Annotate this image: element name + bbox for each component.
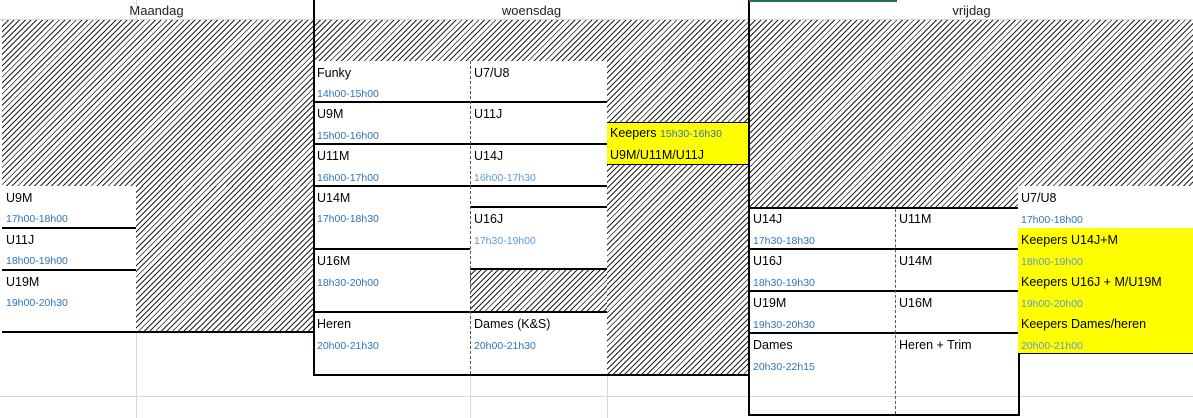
border <box>749 290 1018 292</box>
border <box>1018 353 1193 354</box>
hatch-woensdag-lower <box>607 165 748 375</box>
woensdag-group: U16M <box>317 254 351 268</box>
gridline <box>0 396 1193 397</box>
woensdag-group: U16J <box>474 212 504 226</box>
dashed-divider <box>895 209 896 414</box>
border <box>607 122 748 123</box>
keepers-label: Keepers <box>610 126 657 140</box>
vrijdag-group: Dames <box>753 338 793 352</box>
border <box>314 101 607 103</box>
vrijdag-time: 19h00-20h00 <box>1021 298 1083 310</box>
hatch-woensdag-right <box>607 61 748 123</box>
vrijdag-group: U11M <box>899 212 932 226</box>
woensdag-group: U14J <box>474 149 504 163</box>
gridline <box>470 376 471 418</box>
woensdag-time: 15h00-16h00 <box>317 130 379 142</box>
border <box>2 227 136 229</box>
border <box>314 143 607 145</box>
hatch-maandag-right <box>136 186 313 332</box>
border <box>749 248 1018 250</box>
keepers-time: 15h30-16h30 <box>660 128 722 140</box>
border <box>314 311 607 313</box>
vrijdag-group: U16J <box>753 254 783 268</box>
border <box>607 164 748 165</box>
hatch-vrijdag <box>749 20 1193 207</box>
border <box>470 268 607 270</box>
gridline <box>607 376 608 418</box>
woensdag-group: Funky <box>317 66 352 80</box>
vrijdag-time: 18h30-19h30 <box>753 277 815 289</box>
vrijdag-keepers: Keepers U14J+M <box>1021 233 1118 247</box>
hatch-maandag <box>2 20 313 186</box>
vrijdag-time: 18h00-19h00 <box>1021 256 1083 268</box>
vrijdag-group: U14J <box>753 212 783 226</box>
border <box>2 269 136 271</box>
border <box>749 414 1019 416</box>
header-woensdag: woensdag <box>501 3 562 18</box>
vrijdag-group: Heren + Trim <box>899 338 972 352</box>
woensdag-group: U7/U8 <box>474 66 510 80</box>
maandag-group: U11J <box>6 233 35 247</box>
woensdag-group: Dames (K&S) <box>474 317 551 331</box>
maandag-time: 17h00-18h00 <box>6 213 68 225</box>
border <box>314 185 607 187</box>
maandag-time: 18h00-19h00 <box>6 255 68 267</box>
woensdag-group: U14M <box>317 191 351 205</box>
vrijdag-time: 20h30-22h15 <box>753 361 815 373</box>
header-maandag: Maandag <box>129 3 184 18</box>
vrijdag-time: 17h00-18h00 <box>1021 214 1083 226</box>
woensdag-time: 14h00-15h00 <box>317 88 379 100</box>
maandag-group: U19M <box>6 275 40 289</box>
woensdag-time: 18h30-20h00 <box>317 277 379 289</box>
woensdag-group: U11M <box>317 149 350 163</box>
woensdag-time: 16h00-17h00 <box>317 172 379 184</box>
woensdag-time: 17h00-18h30 <box>317 213 379 225</box>
maandag-group: U9M <box>6 191 33 205</box>
border <box>2 331 313 333</box>
vrijdag-group: U7/U8 <box>1021 191 1057 205</box>
woensdag-group: Heren <box>317 317 352 331</box>
maandag-time: 19h00-20h30 <box>6 297 68 309</box>
keepers-woensdag-label: Keepers 15h30-16h30 <box>610 126 722 140</box>
vrijdag-group: U14M <box>899 254 933 268</box>
border <box>749 332 1018 334</box>
vrijdag-time: 17h30-18h30 <box>753 235 815 247</box>
keepers-woensdag-groups: U9M/U11M/U11J <box>610 148 705 162</box>
woensdag-time: 16h00-17h30 <box>474 172 536 184</box>
dashed-divider <box>470 61 471 374</box>
border <box>313 0 315 376</box>
border <box>313 374 750 376</box>
woensdag-group: U9M <box>317 107 344 121</box>
vrijdag-time: 20h00-21h00 <box>1021 340 1083 352</box>
woensdag-time: 20h00-21h30 <box>474 340 536 352</box>
vrijdag-keepers: Keepers U16J + M/U19M <box>1021 275 1162 289</box>
woensdag-time: 17h30-19h00 <box>474 235 536 247</box>
border <box>314 248 470 250</box>
vrijdag-time: 19h30-20h30 <box>753 319 815 331</box>
vrijdag-keepers: Keepers Dames/heren <box>1021 317 1147 331</box>
vrijdag-group: U16M <box>899 296 933 310</box>
hatch-woensdag <box>314 20 748 61</box>
woensdag-time: 20h00-21h30 <box>317 340 379 352</box>
hatch-woensdag-u16 <box>470 269 607 311</box>
border <box>1018 354 1020 416</box>
border <box>749 207 1018 209</box>
border <box>470 206 607 208</box>
header-vrijdag: vrijdag <box>952 3 991 18</box>
woensdag-group: U11J <box>474 107 503 121</box>
vrijdag-group: U19M <box>753 296 787 310</box>
